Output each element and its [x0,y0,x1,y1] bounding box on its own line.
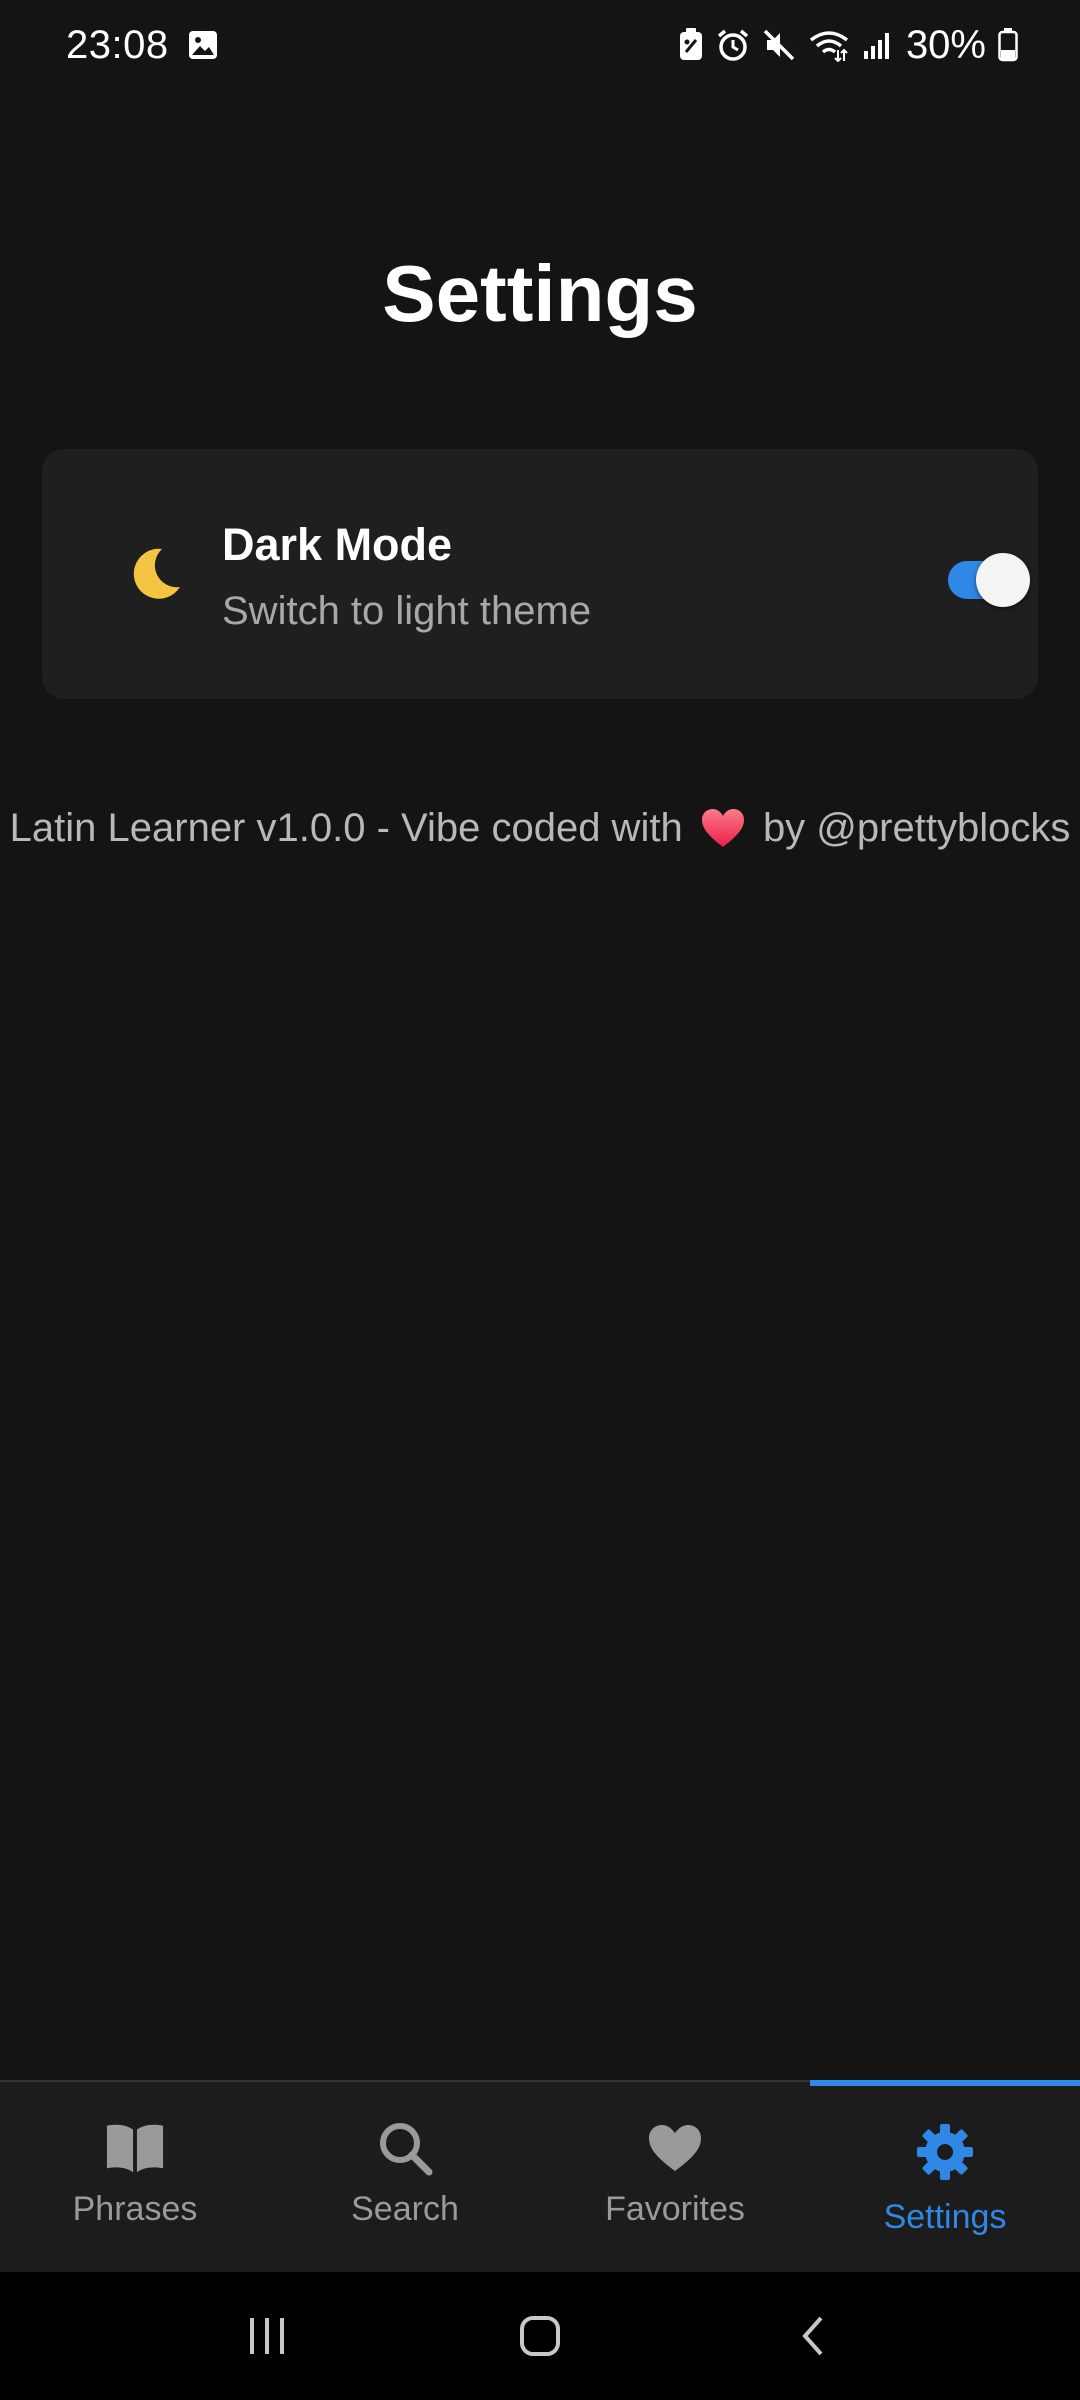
battery-icon [998,28,1018,62]
wifi-icon [808,28,850,62]
back-icon [802,2316,823,2356]
image-icon [187,29,219,61]
signal-icon [862,29,894,61]
dark-mode-setting-card[interactable]: Dark Mode Switch to light theme [42,449,1038,699]
tab-label-search: Search [351,2190,459,2228]
recents-button[interactable] [227,2296,307,2376]
alarm-icon [716,28,750,62]
search-icon [375,2118,435,2178]
system-nav-bar [0,2272,1080,2400]
credit-suffix: by @prettyblocks [762,806,1071,850]
credit-prefix: Latin Learner v1.0.0 - Vibe coded with [9,806,683,850]
tab-favorites[interactable]: Favorites [540,2082,810,2272]
back-button[interactable] [773,2296,853,2376]
book-icon [105,2118,165,2178]
screen: 23:08 30% Settings Dark Mode Switch to l… [0,0,1080,2400]
status-left: 23:08 [66,23,219,68]
tab-label-favorites: Favorites [605,2190,745,2228]
app-credit: Latin Learner v1.0.0 - Vibe coded with b… [0,806,1080,859]
recents-icon [249,2318,284,2354]
heart-icon [700,807,746,859]
bottom-tab-bar: Phrases Search Favorites Settings [0,2080,1080,2272]
gear-icon [915,2122,975,2182]
status-right: 30% [678,23,1018,68]
dark-mode-toggle[interactable] [904,551,1030,607]
moon-icon [126,545,184,603]
page-title: Settings [382,249,698,338]
tab-label-phrases: Phrases [72,2190,198,2228]
active-tab-indicator [810,2080,1080,2086]
setting-title: Dark Mode [222,519,453,570]
tab-label-settings: Settings [883,2198,1007,2236]
home-icon [519,2316,560,2356]
tab-settings[interactable]: Settings [810,2080,1080,2272]
setting-text: Dark Mode Switch to light theme [222,519,591,634]
status-time: 23:08 [66,22,169,67]
home-button[interactable] [500,2296,580,2376]
toggle-knob [976,553,1030,607]
battery-percent: 30% [905,22,986,67]
setting-subtitle: Switch to light theme [222,589,592,633]
tab-phrases[interactable]: Phrases [0,2082,270,2272]
mute-icon [762,28,796,62]
status-bar: 23:08 30% [0,0,1080,90]
heart-icon [645,2118,705,2178]
battery-saver-icon [678,28,704,62]
tab-search[interactable]: Search [270,2082,540,2272]
